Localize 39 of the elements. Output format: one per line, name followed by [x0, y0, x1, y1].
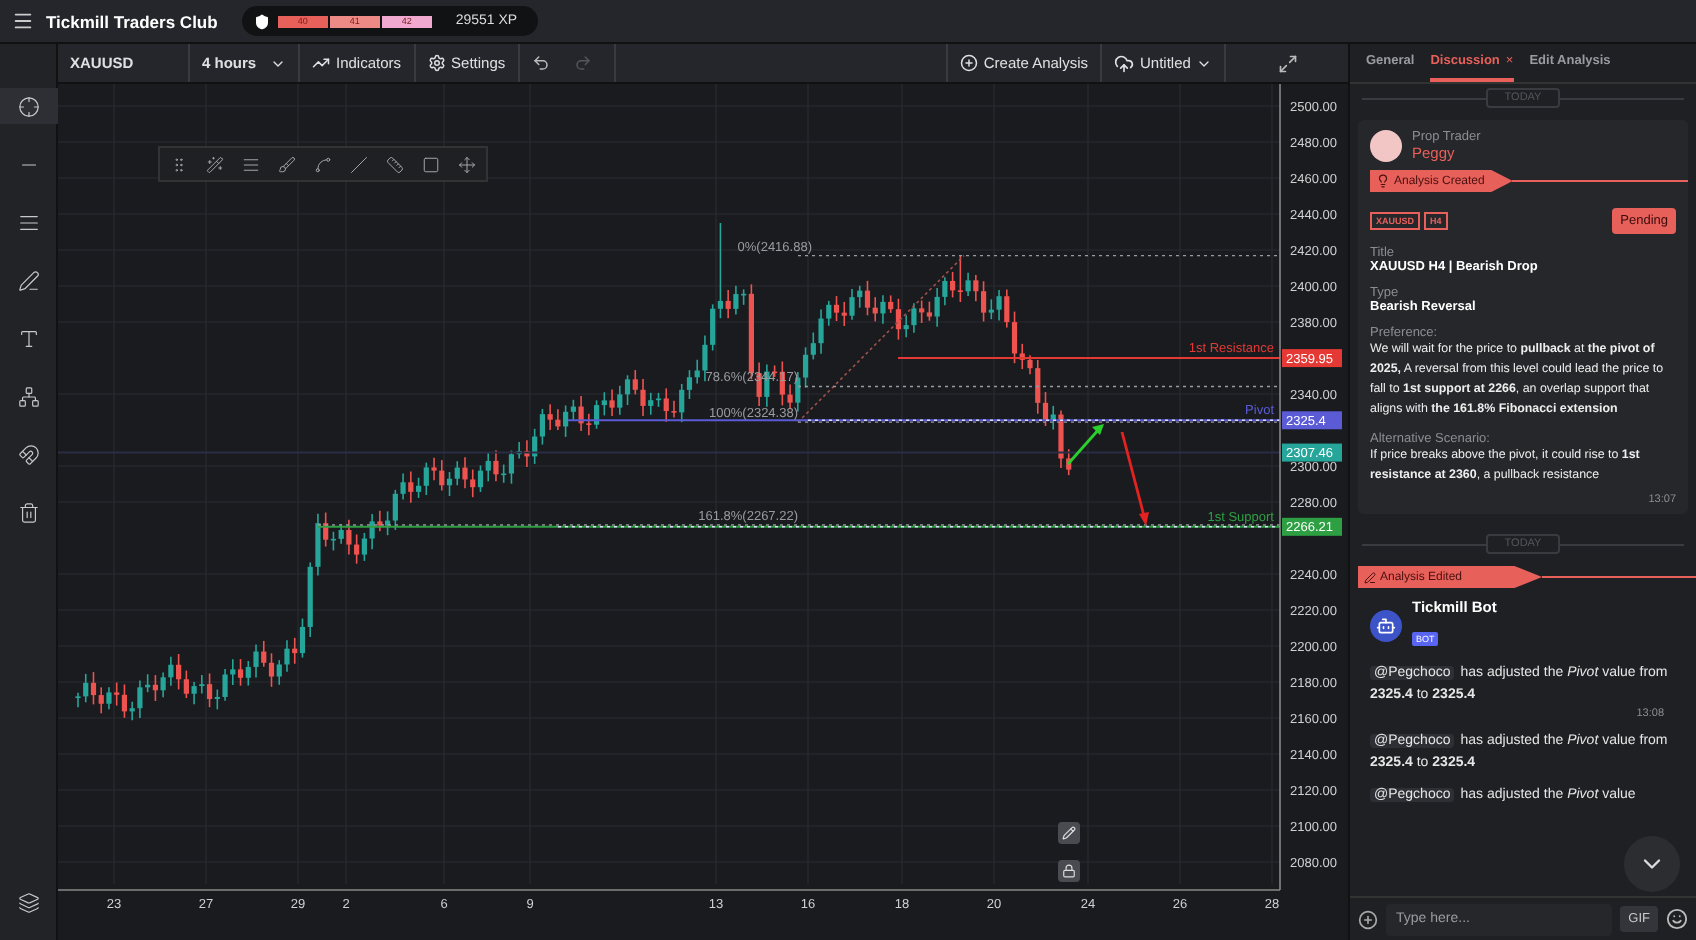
- lines-icon[interactable]: [17, 211, 39, 233]
- layers-icon[interactable]: [17, 891, 39, 913]
- app-title: Tickmill Traders Club: [46, 11, 218, 31]
- redo-icon: [573, 54, 592, 72]
- bot-avatar: [1370, 609, 1402, 641]
- pen-icon[interactable]: [17, 269, 39, 291]
- crosshair-icon[interactable]: [17, 95, 39, 117]
- line-icon[interactable]: [350, 155, 368, 173]
- emoji-icon[interactable]: [1666, 908, 1688, 930]
- magnet-icon[interactable]: [17, 443, 39, 465]
- trash-icon[interactable]: [17, 501, 39, 523]
- up-arrow: [1066, 424, 1104, 465]
- expand-icon: [1277, 53, 1297, 73]
- wand-icon[interactable]: [206, 155, 224, 173]
- lightbulb-icon: [1376, 174, 1390, 188]
- undo-icon: [531, 54, 550, 72]
- grip-icon[interactable]: [170, 155, 188, 173]
- lines-icon[interactable]: [242, 155, 260, 173]
- lock-button[interactable]: [1058, 860, 1080, 882]
- brush-icon[interactable]: [278, 155, 296, 173]
- undo-button[interactable]: [531, 54, 550, 72]
- square-icon[interactable]: [422, 155, 440, 173]
- fullscreen-button[interactable]: [1277, 53, 1297, 73]
- add-icon[interactable]: [1358, 909, 1378, 929]
- settings-icon: [427, 54, 446, 72]
- cloud-upload-icon: [1114, 53, 1134, 73]
- shield-icon: [253, 13, 270, 29]
- text-icon[interactable]: [17, 327, 39, 349]
- pattern-icon[interactable]: [17, 385, 39, 407]
- pencil-button[interactable]: [1058, 822, 1080, 844]
- pencil-icon: [1364, 571, 1376, 583]
- ruler-icon[interactable]: [386, 155, 404, 173]
- move-icon[interactable]: [458, 155, 476, 173]
- plus-circle-icon: [959, 54, 978, 72]
- menu-icon[interactable]: [12, 10, 34, 32]
- down-arrow: [1120, 431, 1149, 526]
- trend-chart-icon: [312, 54, 330, 72]
- avatar: [1370, 130, 1402, 162]
- curve-icon[interactable]: [314, 155, 332, 173]
